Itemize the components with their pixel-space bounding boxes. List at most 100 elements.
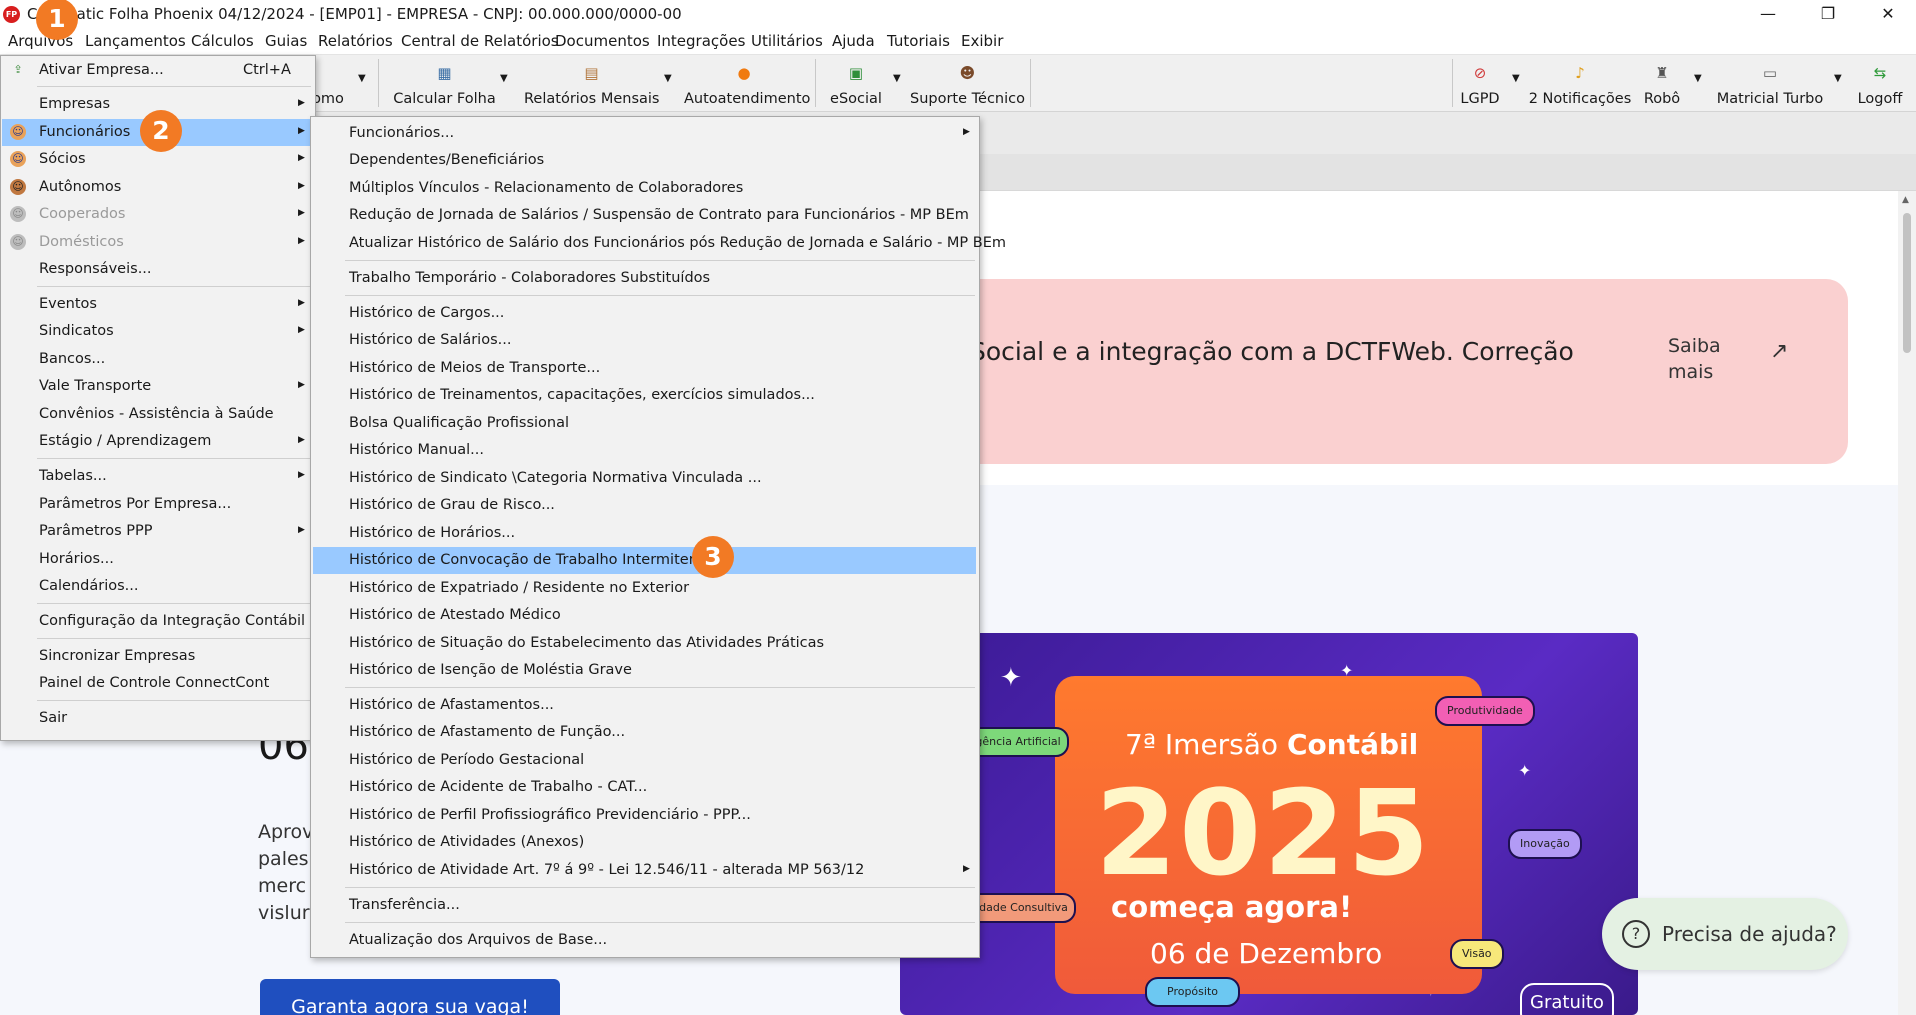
submenu-historico-ppp[interactable]: Histórico de Perfil Profissiográfico Pre…	[313, 802, 976, 829]
menu-relatorios[interactable]: Relatórios	[318, 32, 393, 50]
scroll-up-icon[interactable]: ▲	[1902, 195, 1909, 205]
submenu-historico-cargos[interactable]: Histórico de Cargos...	[313, 300, 976, 327]
sparkle-icon: ✦	[1000, 663, 1022, 693]
submenu-historico-afastamentos[interactable]: Histórico de Afastamentos...	[313, 692, 976, 719]
menu-autonomos[interactable]: ☺ Autônomos ▶	[2, 174, 313, 201]
menu-estagio[interactable]: Estágio / Aprendizagem ▶	[2, 428, 313, 455]
menu-sindicatos[interactable]: Sindicatos ▶	[2, 318, 313, 345]
submenu-historico-treinamentos[interactable]: Histórico de Treinamentos, capacitações,…	[313, 382, 976, 409]
menu-separator	[345, 887, 975, 888]
menu-config-integracao-contabil[interactable]: Configuração da Integração Contábil	[2, 608, 313, 635]
submenu-historico-salarios[interactable]: Histórico de Salários...	[313, 327, 976, 354]
menu-responsaveis[interactable]: Responsáveis...	[2, 256, 313, 283]
menu-guias[interactable]: Guias	[265, 32, 307, 50]
restore-icon[interactable]: ❐	[1800, 0, 1856, 28]
submenu-multiplos-vinculos[interactable]: Múltiplos Vínculos - Relacionamento de C…	[313, 175, 976, 202]
menu-cooperados[interactable]: ☺ Cooperados ▶	[2, 201, 313, 228]
submenu-historico-situacao-estabelecimento[interactable]: Histórico de Situação do Estabelecimento…	[313, 630, 976, 657]
arrow-up-right-icon[interactable]: ↗	[1770, 339, 1788, 364]
menu-convenios[interactable]: Convênios - Assistência à Saúde	[2, 401, 313, 428]
submenu-historico-atestado[interactable]: Histórico de Atestado Médico	[313, 602, 976, 629]
logoff-button[interactable]: ⇆ Logoff	[1852, 59, 1908, 109]
menu-documentos[interactable]: Documentos	[555, 32, 650, 50]
submenu-historico-atividade-art[interactable]: Histórico de Atividade Art. 7º á 9º - Le…	[313, 857, 976, 884]
submenu-historico-periodo-gestacional[interactable]: Histórico de Período Gestacional	[313, 747, 976, 774]
suporte-tecnico-button[interactable]: ☻ Suporte Técnico	[910, 59, 1025, 109]
chevron-down-icon[interactable]: ▼	[500, 73, 508, 84]
menu-sincronizar-empresas[interactable]: Sincronizar Empresas	[2, 643, 313, 670]
lgpd-button[interactable]: ⊘ LGPD	[1456, 59, 1504, 109]
menu-integracoes[interactable]: Integrações	[657, 32, 745, 50]
menu-horarios[interactable]: Horários...	[2, 546, 313, 573]
menu-eventos[interactable]: Eventos ▶	[2, 291, 313, 318]
menu-separator	[345, 295, 975, 296]
activate-company-icon: ⇪	[13, 63, 23, 76]
notificacoes-button[interactable]: ♪ 2 Notificações	[1528, 59, 1632, 109]
scrollbar-thumb[interactable]	[1903, 213, 1911, 353]
event-promo-image[interactable]: ✦ ✦ ✦ ✦ 7ª Imersão Contábil 2025 começa …	[900, 633, 1638, 1015]
matricial-turbo-button[interactable]: ▭ Matricial Turbo	[1716, 59, 1824, 109]
help-chat-button[interactable]: ? Precisa de ajuda?	[1602, 898, 1848, 970]
menu-sair[interactable]: Sair	[2, 705, 313, 732]
chevron-down-icon[interactable]: ▼	[664, 73, 672, 84]
menu-tutoriais[interactable]: Tutoriais	[887, 32, 950, 50]
chevron-down-icon[interactable]: ▼	[358, 73, 366, 84]
submenu-historico-convocacao-intermitente[interactable]: Histórico de Convocação de Trabalho Inte…	[313, 547, 976, 574]
chevron-down-icon[interactable]: ▼	[1512, 73, 1520, 84]
event-year: 2025	[1095, 764, 1432, 902]
submenu-funcionarios[interactable]: Funcionários... ▶	[313, 120, 976, 147]
menu-calendarios[interactable]: Calendários...	[2, 573, 313, 600]
submenu-arrow-icon: ▶	[298, 208, 305, 218]
submenu-historico-sindicato[interactable]: Histórico de Sindicato \Categoria Normat…	[313, 465, 976, 492]
person-disabled-icon: ☺	[10, 206, 26, 222]
menu-bancos[interactable]: Bancos...	[2, 346, 313, 373]
submenu-bolsa-qualificacao[interactable]: Bolsa Qualificação Profissional	[313, 410, 976, 437]
autoatendimento-button[interactable]: ● Autoatendimento	[684, 59, 810, 109]
menu-tabelas[interactable]: Tabelas... ▶	[2, 463, 313, 490]
menu-central-relatorios[interactable]: Central de Relatórios	[401, 32, 559, 50]
submenu-historico-afastamento-funcao[interactable]: Histórico de Afastamento de Função...	[313, 719, 976, 746]
garanta-vaga-button[interactable]: Garanta agora sua vaga!	[260, 979, 560, 1015]
news-banner[interactable]: Social e a integração com a DCTFWeb. Cor…	[900, 279, 1848, 464]
menu-exibir[interactable]: Exibir	[961, 32, 1003, 50]
chevron-down-icon[interactable]: ▼	[1834, 73, 1842, 84]
submenu-transferencia[interactable]: Transferência...	[313, 892, 976, 919]
minimize-icon[interactable]: —	[1740, 0, 1796, 28]
close-icon[interactable]: ✕	[1860, 0, 1916, 28]
saiba-mais-link[interactable]: Saiba mais	[1668, 333, 1738, 385]
chevron-down-icon[interactable]: ▼	[1694, 73, 1702, 84]
robo-button[interactable]: ♜ Robô	[1640, 59, 1684, 109]
submenu-historico-horarios[interactable]: Histórico de Horários...	[313, 520, 976, 547]
menu-parametros-empresa[interactable]: Parâmetros Por Empresa...	[2, 491, 313, 518]
menu-ajuda[interactable]: Ajuda	[832, 32, 875, 50]
menu-calculos[interactable]: Cálculos	[191, 32, 254, 50]
relatorios-mensais-button[interactable]: ▤ Relatórios Mensais	[524, 59, 659, 109]
menu-painel-connectcont[interactable]: Painel de Controle ConnectCont	[2, 670, 313, 697]
calcular-folha-button[interactable]: ▦ Calcular Folha	[392, 59, 497, 109]
menu-ativar-empresa[interactable]: ⇪ Ativar Empresa... Ctrl+A	[2, 57, 313, 84]
submenu-historico-acidente-cat[interactable]: Histórico de Acidente de Trabalho - CAT.…	[313, 774, 976, 801]
submenu-trabalho-temporario[interactable]: Trabalho Temporário - Colaboradores Subs…	[313, 265, 976, 292]
vertical-scrollbar[interactable]: ▲	[1898, 191, 1916, 1015]
submenu-historico-transporte[interactable]: Histórico de Meios de Transporte...	[313, 355, 976, 382]
menu-parametros-ppp[interactable]: Parâmetros PPP ▶	[2, 518, 313, 545]
submenu-historico-isencao-molestia[interactable]: Histórico de Isenção de Moléstia Grave	[313, 657, 976, 684]
submenu-historico-grau-risco[interactable]: Histórico de Grau de Risco...	[313, 492, 976, 519]
menu-vale-transporte[interactable]: Vale Transporte ▶	[2, 373, 313, 400]
submenu-reducao-jornada[interactable]: Redução de Jornada de Salários / Suspens…	[313, 202, 976, 229]
menu-domesticos[interactable]: ☺ Domésticos ▶	[2, 229, 313, 256]
submenu-atualizar-historico-salario[interactable]: Atualizar Histórico de Salário dos Funci…	[313, 230, 1006, 257]
submenu-historico-atividades[interactable]: Histórico de Atividades (Anexos)	[313, 829, 976, 856]
submenu-historico-manual[interactable]: Histórico Manual...	[313, 437, 976, 464]
esocial-button[interactable]: ▣ eSocial	[826, 59, 886, 109]
menu-lancamentos[interactable]: Lançamentos	[85, 32, 186, 50]
event-card: 7ª Imersão Contábil 2025 começa agora! 0…	[1055, 676, 1482, 994]
submenu-historico-expatriado[interactable]: Histórico de Expatriado / Residente no E…	[313, 575, 976, 602]
chevron-down-icon[interactable]: ▼	[893, 73, 901, 84]
menu-utilitarios[interactable]: Utilitários	[751, 32, 823, 50]
submenu-arrow-icon: ▶	[298, 126, 305, 136]
submenu-dependentes[interactable]: Dependentes/Beneficiários	[313, 147, 976, 174]
submenu-atualizacao-arquivos-base[interactable]: Atualização dos Arquivos de Base...	[313, 927, 976, 954]
app-logo-icon: FP	[3, 6, 20, 23]
menu-separator	[345, 687, 975, 688]
